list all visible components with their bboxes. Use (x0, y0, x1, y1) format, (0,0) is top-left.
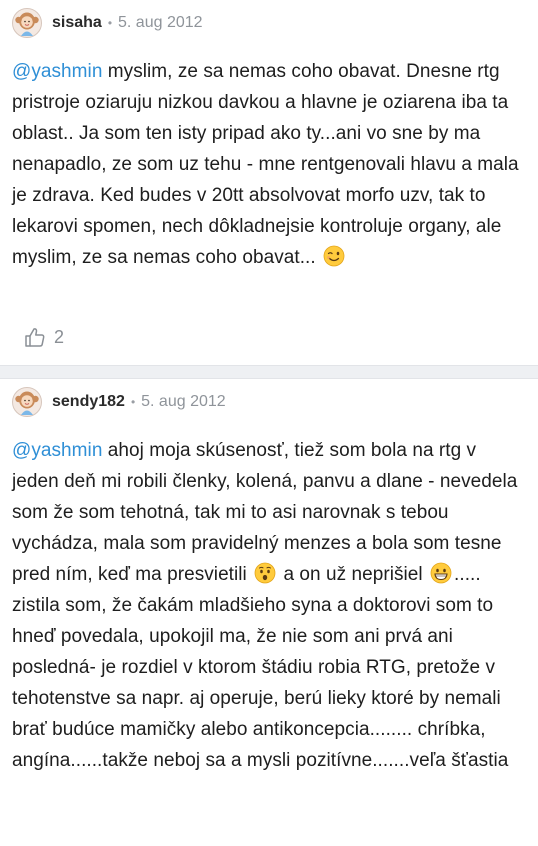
avatar-icon[interactable] (12, 8, 42, 38)
like-count: 2 (54, 326, 65, 347)
like-button[interactable]: 2 (24, 326, 64, 348)
comment-text-part2: a on už neprišiel (278, 564, 429, 585)
thumbs-up-icon (25, 328, 45, 347)
comment-body: @yashmin myslim, ze sa nemas coho obavat… (12, 56, 524, 273)
post-date: 5. aug 2012 (118, 14, 203, 31)
surprised-emoji-icon (254, 562, 276, 584)
grin-emoji-icon (430, 562, 452, 584)
post-date: 5. aug 2012 (141, 393, 226, 410)
comment-body: @yashmin ahoj moja skúsenosť, tiež som b… (12, 435, 524, 776)
comment-header: sendy182 • 5. aug 2012 (12, 379, 524, 423)
mention-link[interactable]: @yashmin (12, 61, 102, 82)
mention-link[interactable]: @yashmin (12, 440, 102, 461)
comment-header: sisaha • 5. aug 2012 (12, 0, 524, 44)
comment-text-part3: ..... zistila som, že čakám mladšieho sy… (12, 564, 509, 771)
meta-separator: • (107, 16, 113, 30)
author-name[interactable]: sendy182 (52, 393, 125, 411)
comment-actions: 2 (24, 326, 64, 348)
avatar-icon[interactable] (12, 387, 42, 417)
comment-1: sisaha • 5. aug 2012 @yashmin myslim, ze… (0, 0, 538, 365)
comment-2: sendy182 • 5. aug 2012 @yashmin ahoj moj… (0, 379, 538, 846)
author-name[interactable]: sisaha (52, 14, 102, 32)
wink-emoji-icon (323, 245, 345, 267)
meta-separator: • (130, 395, 136, 409)
comment-text: myslim, ze sa nemas coho obavat. Dnesne … (12, 61, 519, 268)
comment-divider (0, 365, 538, 379)
